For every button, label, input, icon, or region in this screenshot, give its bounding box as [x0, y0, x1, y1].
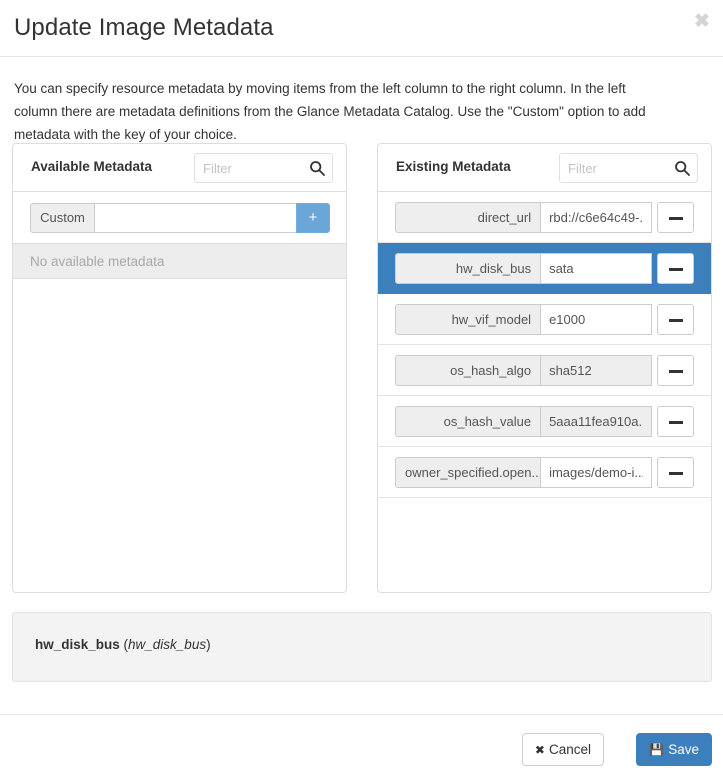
custom-key-input[interactable]: [94, 203, 296, 233]
page-title: Update Image Metadata: [14, 14, 274, 41]
metadata-description-paren-open: (: [119, 637, 129, 652]
metadata-row[interactable]: os_hash_value: [378, 396, 711, 447]
modal-header: Update Image Metadata ✖: [0, 0, 723, 57]
minus-icon[interactable]: [657, 355, 694, 386]
metadata-row[interactable]: owner_specified.open...: [378, 447, 711, 498]
metadata-input-group: os_hash_value: [395, 406, 694, 437]
metadata-description-text: hw_disk_bus (hw_disk_bus): [35, 637, 211, 652]
existing-metadata-panel: Existing Metadata direct_url hw_disk_bush…: [377, 143, 712, 593]
metadata-description-name: hw_disk_bus: [35, 637, 120, 652]
metadata-value-input[interactable]: [541, 355, 653, 386]
metadata-value-input[interactable]: [541, 406, 653, 437]
metadata-row[interactable]: hw_disk_bus: [378, 243, 711, 294]
metadata-description-paren-close: ): [206, 637, 211, 652]
metadata-value-input[interactable]: [541, 202, 653, 233]
metadata-input-group: os_hash_algo: [395, 355, 694, 386]
custom-metadata-row: Custom +: [13, 192, 346, 244]
metadata-value-input[interactable]: [541, 253, 653, 284]
metadata-key-label: direct_url: [395, 202, 542, 233]
metadata-input-group: direct_url: [395, 202, 694, 233]
metadata-key-label: owner_specified.open...: [395, 457, 542, 488]
save-button-label: Save: [668, 742, 699, 757]
close-icon[interactable]: ✖: [691, 11, 713, 33]
cancel-button-label: Cancel: [548, 742, 591, 757]
metadata-row[interactable]: os_hash_algo: [378, 345, 711, 396]
existing-metadata-list: direct_url hw_disk_bus hw_vif_model os_hash…: [378, 192, 711, 498]
metadata-key-label: hw_vif_model: [395, 304, 542, 335]
plus-icon[interactable]: +: [296, 203, 330, 233]
minus-icon[interactable]: [657, 253, 694, 284]
available-empty-message: No available metadata: [13, 244, 346, 279]
metadata-key-label: os_hash_value: [395, 406, 542, 437]
search-icon: [674, 160, 690, 176]
metadata-row[interactable]: hw_vif_model: [378, 294, 711, 345]
search-icon: [309, 160, 325, 176]
save-button[interactable]: 💾 Save: [636, 733, 712, 766]
update-image-metadata-modal: Update Image Metadata ✖ You can specify …: [0, 0, 723, 777]
metadata-key-label: os_hash_algo: [395, 355, 542, 386]
metadata-key-label: hw_disk_bus: [395, 253, 542, 284]
available-panel-header: Available Metadata: [13, 144, 346, 192]
existing-filter-wrapper[interactable]: [559, 153, 698, 183]
custom-label: Custom: [30, 203, 94, 233]
minus-icon[interactable]: [657, 457, 694, 488]
modal-footer: ✖ Cancel 💾 Save: [0, 714, 723, 777]
intro-text: You can specify resource metadata by mov…: [14, 81, 646, 142]
minus-icon[interactable]: [657, 304, 694, 335]
metadata-row[interactable]: direct_url: [378, 192, 711, 243]
cancel-button[interactable]: ✖ Cancel: [521, 733, 604, 766]
existing-panel-title: Existing Metadata: [396, 159, 511, 174]
metadata-input-group: hw_vif_model: [395, 304, 694, 335]
metadata-input-group: hw_disk_bus: [395, 253, 694, 284]
metadata-value-input[interactable]: [541, 304, 653, 335]
available-metadata-panel: Available Metadata Custom + No: [12, 143, 347, 593]
available-filter-input[interactable]: [195, 154, 307, 182]
floppy-disk-icon: 💾: [649, 743, 665, 757]
metadata-description-key: hw_disk_bus: [128, 637, 207, 652]
custom-input-group: Custom +: [30, 203, 330, 233]
minus-icon[interactable]: [657, 406, 694, 437]
metadata-value-input[interactable]: [541, 457, 653, 488]
metadata-description-box: hw_disk_bus (hw_disk_bus): [12, 612, 712, 682]
available-panel-title: Available Metadata: [31, 159, 153, 174]
minus-icon[interactable]: [657, 202, 694, 233]
existing-panel-header: Existing Metadata: [378, 144, 711, 192]
existing-filter-input[interactable]: [560, 154, 672, 182]
available-filter-wrapper[interactable]: [194, 153, 333, 183]
metadata-input-group: owner_specified.open...: [395, 457, 694, 488]
x-icon: ✖: [534, 743, 545, 757]
